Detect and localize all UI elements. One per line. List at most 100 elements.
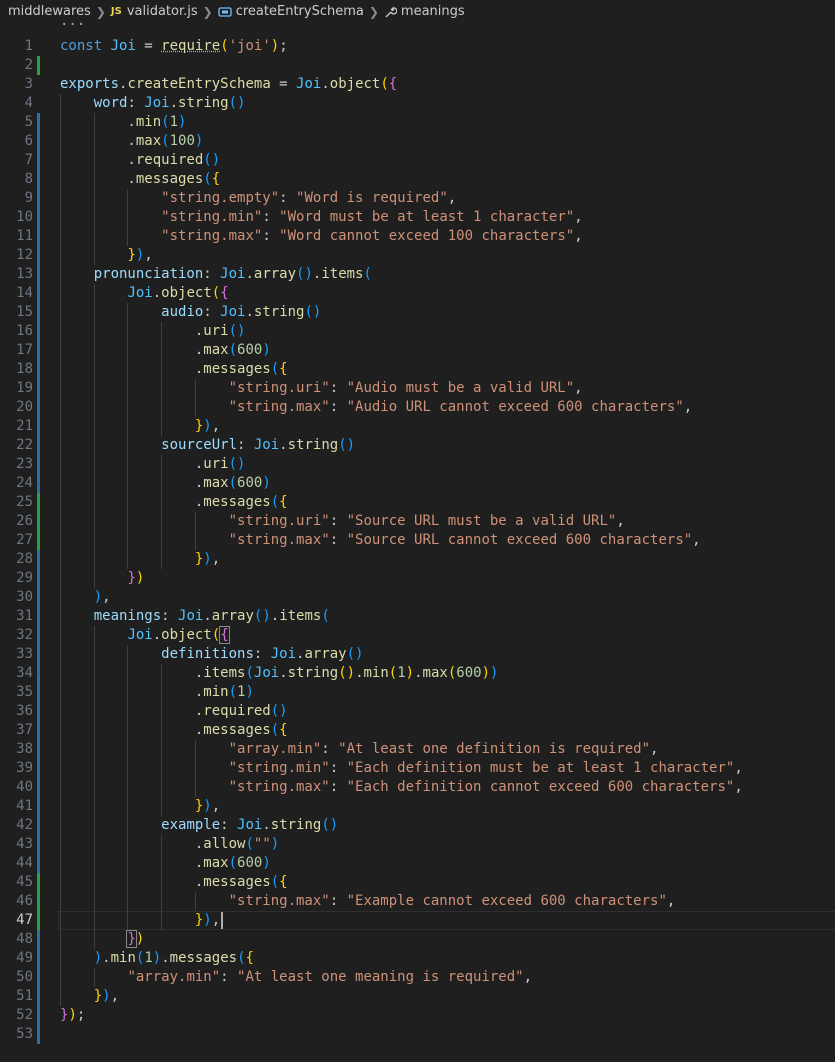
line-number[interactable]: 31 [0, 607, 33, 626]
gutter-modified-marker[interactable] [37, 626, 40, 645]
code-text[interactable]: "array.min": "At least one meaning is re… [60, 968, 532, 987]
code-line[interactable]: 47 }), [0, 911, 835, 930]
gutter-modified-marker[interactable] [37, 721, 40, 740]
code-text[interactable]: .max(100) [60, 132, 203, 151]
line-number[interactable]: 37 [0, 721, 33, 740]
gutter-modified-marker[interactable] [37, 550, 40, 569]
line-number[interactable]: 49 [0, 949, 33, 968]
line-number[interactable]: 3 [0, 75, 33, 94]
line-number[interactable]: 19 [0, 379, 33, 398]
gutter-modified-marker[interactable] [37, 664, 40, 683]
code-line[interactable]: 14 Joi.object({ [0, 284, 835, 303]
gutter-modified-marker[interactable] [37, 265, 40, 284]
gutter-modified-marker[interactable] [37, 759, 40, 778]
code-line[interactable]: 44 .max(600) [0, 854, 835, 873]
gutter-modified-marker[interactable] [37, 930, 40, 949]
code-line[interactable]: 42 example: Joi.string() [0, 816, 835, 835]
gutter-added-marker[interactable] [37, 531, 40, 550]
line-number[interactable]: 32 [0, 626, 33, 645]
line-number[interactable]: 44 [0, 854, 33, 873]
line-number[interactable]: 48 [0, 930, 33, 949]
line-number[interactable]: 10 [0, 208, 33, 227]
code-line[interactable]: 37 .messages({ [0, 721, 835, 740]
code-text[interactable]: .max(600) [60, 341, 271, 360]
code-text[interactable]: exports.createEntrySchema = Joi.object({ [60, 75, 397, 94]
code-line[interactable]: 26 "string.uri": "Source URL must be a v… [0, 512, 835, 531]
code-text[interactable]: }), [60, 417, 220, 436]
gutter-modified-marker[interactable] [37, 189, 40, 208]
code-text[interactable]: "string.max": "Example cannot exceed 600… [60, 892, 676, 911]
gutter-modified-marker[interactable] [37, 113, 40, 132]
code-text[interactable]: "string.max": "Each definition cannot ex… [60, 778, 743, 797]
code-text[interactable]: ).min(1).messages({ [60, 949, 254, 968]
line-number[interactable]: 27 [0, 531, 33, 550]
line-number[interactable]: 4 [0, 94, 33, 113]
gutter-modified-marker[interactable] [37, 854, 40, 873]
code-line[interactable]: 16 .uri() [0, 322, 835, 341]
code-text[interactable]: "string.max": "Word cannot exceed 100 ch… [60, 227, 582, 246]
line-number[interactable]: 6 [0, 132, 33, 151]
code-text[interactable]: }); [60, 1006, 85, 1025]
gutter-modified-marker[interactable] [37, 341, 40, 360]
gutter-modified-marker[interactable] [37, 816, 40, 835]
code-line[interactable]: 13 pronunciation: Joi.array().items( [0, 265, 835, 284]
line-number[interactable]: 42 [0, 816, 33, 835]
code-line[interactable]: 6 .max(100) [0, 132, 835, 151]
code-text[interactable]: "string.min": "Word must be at least 1 c… [60, 208, 582, 227]
code-line[interactable]: 25 .messages({ [0, 493, 835, 512]
code-line[interactable]: 33 definitions: Joi.array() [0, 645, 835, 664]
code-text[interactable]: const Joi = require('joi'); [60, 37, 288, 56]
code-line[interactable]: 18 .messages({ [0, 360, 835, 379]
line-number[interactable]: 47 [0, 911, 33, 930]
code-line[interactable]: 39 "string.min": "Each definition must b… [0, 759, 835, 778]
code-text[interactable]: }) [60, 930, 144, 949]
line-number[interactable]: 45 [0, 873, 33, 892]
code-line[interactable]: 48 }) [0, 930, 835, 949]
code-text[interactable]: .items(Joi.string().min(1).max(600)) [60, 664, 499, 683]
line-number[interactable]: 39 [0, 759, 33, 778]
code-text[interactable]: "string.uri": "Source URL must be a vali… [60, 512, 625, 531]
code-line[interactable]: 38 "array.min": "At least one definition… [0, 740, 835, 759]
code-line[interactable]: 17 .max(600) [0, 341, 835, 360]
gutter-modified-marker[interactable] [37, 683, 40, 702]
code-line[interactable]: 1 const Joi = require('joi'); [0, 37, 835, 56]
line-number[interactable]: 34 [0, 664, 33, 683]
code-line[interactable]: 2 [0, 56, 835, 75]
line-number[interactable]: 2 [0, 56, 33, 75]
line-number[interactable]: 22 [0, 436, 33, 455]
breadcrumb-symbol-meanings[interactable]: meanings [401, 0, 465, 24]
gutter-modified-marker[interactable] [37, 379, 40, 398]
code-text[interactable]: .messages({ [60, 360, 288, 379]
line-number[interactable]: 38 [0, 740, 33, 759]
code-text[interactable]: word: Joi.string() [60, 94, 246, 113]
gutter-modified-marker[interactable] [37, 208, 40, 227]
code-line[interactable]: 21 }), [0, 417, 835, 436]
code-line[interactable]: 29 }) [0, 569, 835, 588]
gutter-modified-marker[interactable] [37, 835, 40, 854]
code-line[interactable]: 32 Joi.object({ [0, 626, 835, 645]
line-number[interactable]: 17 [0, 341, 33, 360]
line-number[interactable]: 11 [0, 227, 33, 246]
line-number[interactable]: 35 [0, 683, 33, 702]
code-line[interactable]: 41 }), [0, 797, 835, 816]
gutter-modified-marker[interactable] [37, 417, 40, 436]
gutter-modified-marker[interactable] [37, 360, 40, 379]
line-number[interactable]: 33 [0, 645, 33, 664]
gutter-modified-marker[interactable] [37, 227, 40, 246]
code-text[interactable]: example: Joi.string() [60, 816, 338, 835]
code-text[interactable]: "string.max": "Source URL cannot exceed … [60, 531, 701, 550]
gutter-modified-marker[interactable] [37, 170, 40, 189]
code-line[interactable]: 3 exports.createEntrySchema = Joi.object(… [0, 75, 835, 94]
line-number[interactable]: 51 [0, 987, 33, 1006]
breadcrumb-symbol-createentryschema[interactable]: createEntrySchema [236, 0, 364, 24]
gutter-modified-marker[interactable] [37, 1025, 40, 1044]
line-number[interactable]: 23 [0, 455, 33, 474]
line-number[interactable]: 20 [0, 398, 33, 417]
gutter-added-marker[interactable] [37, 493, 40, 512]
code-text[interactable]: "string.uri": "Audio must be a valid URL… [60, 379, 583, 398]
line-number[interactable]: 28 [0, 550, 33, 569]
gutter-modified-marker[interactable] [37, 797, 40, 816]
code-text[interactable]: .min(1) [60, 113, 186, 132]
line-number[interactable]: 14 [0, 284, 33, 303]
code-line[interactable]: 15 audio: Joi.string() [0, 303, 835, 322]
